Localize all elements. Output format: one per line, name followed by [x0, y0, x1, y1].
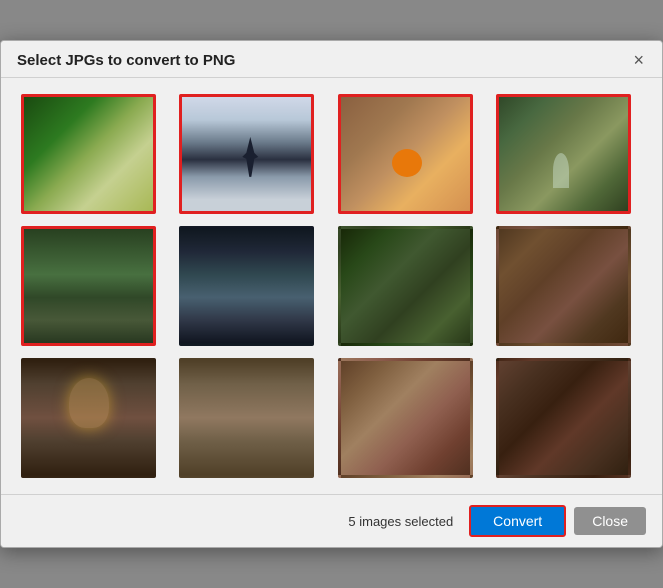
image-thumbnail-2[interactable] [179, 94, 314, 214]
fountain-decoration [553, 153, 569, 188]
image-thumbnail-3[interactable] [338, 94, 473, 214]
image-thumbnail-1[interactable] [21, 94, 156, 214]
lamp-decoration [69, 378, 109, 428]
orange-decoration [392, 149, 422, 177]
image-thumbnail-4[interactable] [496, 94, 631, 214]
status-text: 5 images selected [348, 514, 453, 529]
header-close-button[interactable]: × [631, 51, 646, 69]
image-thumbnail-7[interactable] [338, 226, 473, 346]
image-thumbnail-5[interactable] [21, 226, 156, 346]
image-thumbnail-8[interactable] [496, 226, 631, 346]
dialog-body [1, 78, 662, 494]
image-thumbnail-9[interactable] [21, 358, 156, 478]
dialog-footer: 5 images selected Convert Close [1, 494, 662, 547]
image-thumbnail-6[interactable] [179, 226, 314, 346]
image-thumbnail-11[interactable] [338, 358, 473, 478]
image-thumbnail-12[interactable] [496, 358, 631, 478]
close-button[interactable]: Close [574, 507, 646, 535]
dialog-header: Select JPGs to convert to PNG × [1, 41, 662, 78]
convert-button[interactable]: Convert [469, 505, 566, 537]
bird-decoration [240, 137, 260, 177]
dialog: Select JPGs to convert to PNG × [0, 40, 663, 548]
image-thumbnail-10[interactable] [179, 358, 314, 478]
dialog-title: Select JPGs to convert to PNG [17, 52, 235, 69]
image-grid [21, 94, 642, 478]
